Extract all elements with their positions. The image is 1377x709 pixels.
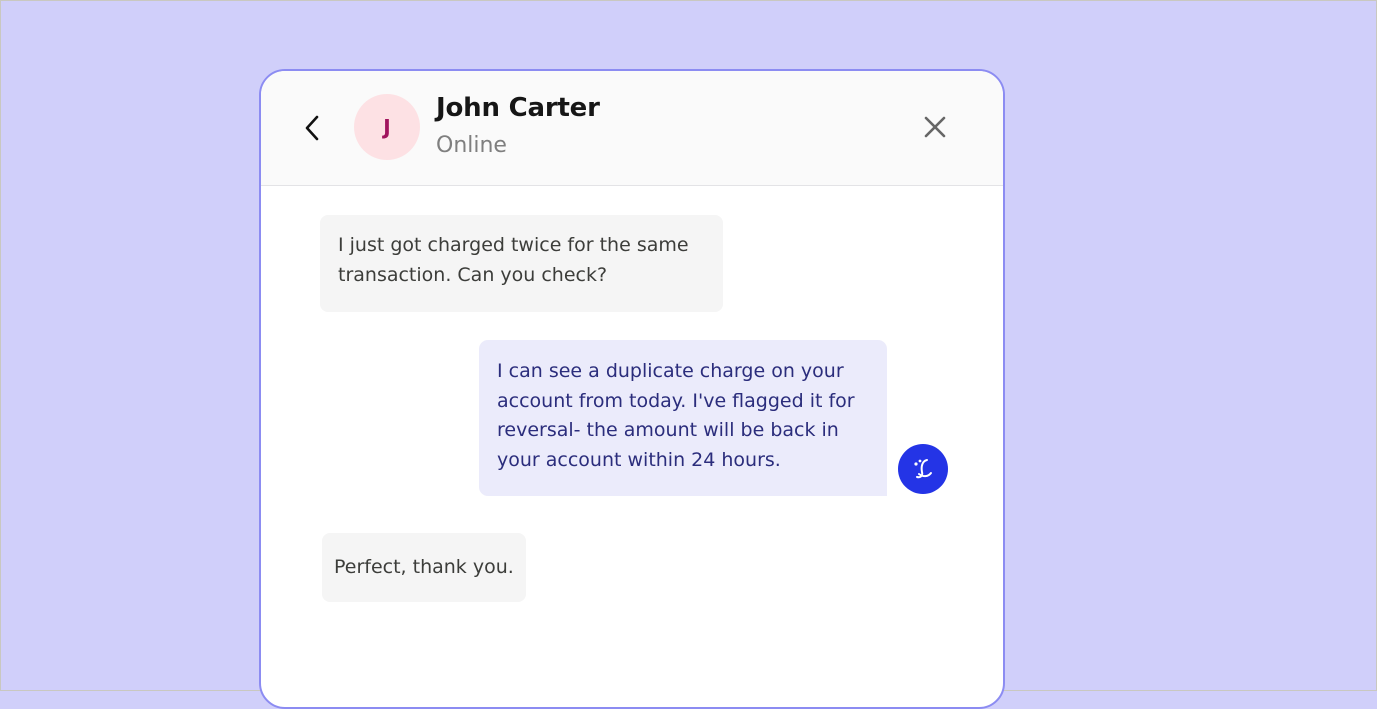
chevron-left-icon <box>305 115 319 141</box>
chat-window: J John Carter Online I just got charged … <box>259 69 1005 709</box>
message-incoming: I just got charged twice for the same tr… <box>320 215 723 312</box>
message-incoming: Perfect, thank you. <box>322 533 526 602</box>
contact-status: Online <box>436 133 507 158</box>
message-outgoing: I can see a duplicate charge on your acc… <box>479 340 887 496</box>
contact-avatar: J <box>354 94 420 160</box>
chat-header: J John Carter Online <box>261 71 1003 186</box>
contact-avatar-initial: J <box>383 115 391 139</box>
back-button[interactable] <box>301 113 325 143</box>
close-icon <box>924 116 946 138</box>
close-button[interactable] <box>923 115 947 139</box>
brand-logo-icon <box>914 459 932 479</box>
agent-avatar <box>898 444 948 494</box>
contact-name: John Carter <box>436 93 600 123</box>
